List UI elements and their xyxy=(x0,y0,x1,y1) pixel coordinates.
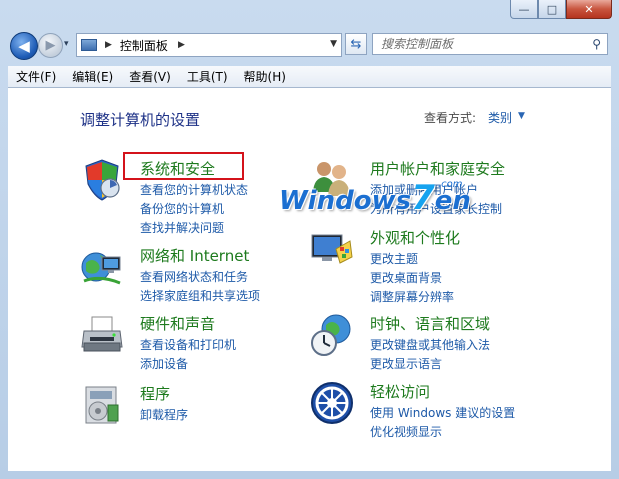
task-link[interactable]: 优化视频显示 xyxy=(370,423,442,440)
watermark-seven: 7 xyxy=(411,178,435,218)
category-title[interactable]: 轻松访问 xyxy=(370,381,430,402)
menu-edit[interactable]: 编辑(E) xyxy=(64,68,121,85)
watermark-text: Windows xyxy=(279,186,412,216)
category-title[interactable]: 时钟、语言和区域 xyxy=(370,313,490,334)
menu-file[interactable]: 文件(F) xyxy=(8,68,64,85)
programs-icon xyxy=(85,386,119,424)
task-link[interactable]: 调整屏幕分辨率 xyxy=(370,288,454,305)
page-title: 调整计算机的设置 xyxy=(80,111,201,129)
caption-buttons: — □ ✕ xyxy=(510,0,612,20)
control-panel-icon xyxy=(81,39,97,51)
shield-icon xyxy=(85,159,120,201)
search-icon[interactable]: ⚲ xyxy=(592,37,601,51)
menu-view[interactable]: 查看(V) xyxy=(121,68,179,85)
task-link[interactable]: 添加设备 xyxy=(140,355,188,372)
category-title[interactable]: 程序 xyxy=(140,383,170,404)
task-link[interactable]: 查看网络状态和任务 xyxy=(140,268,248,285)
ease-of-access-icon xyxy=(311,382,353,424)
breadcrumb-control-panel[interactable]: 控制面板 xyxy=(120,37,168,54)
watermark-domain: .com xyxy=(438,179,463,190)
watermark-suffix: en xyxy=(434,186,471,216)
clock-globe-icon xyxy=(311,314,351,356)
task-link[interactable]: 卸载程序 xyxy=(140,406,188,423)
search-box[interactable]: ⚲ xyxy=(372,33,608,55)
task-link[interactable]: 使用 Windows 建议的设置 xyxy=(370,404,515,421)
task-link[interactable]: 更改主题 xyxy=(370,250,418,267)
refresh-icon: ⇆ xyxy=(350,36,362,52)
breadcrumb-separator-icon[interactable]: ▶ xyxy=(105,40,112,50)
task-link[interactable]: 备份您的计算机 xyxy=(140,200,224,217)
category-title[interactable]: 网络和 Internet xyxy=(140,245,249,266)
window-frame: — □ ✕ ◀ ▶ ▾ ▶ 控制面板 ▶ ▼ ⇆ ⚲ 文件(F) 编辑(E) 查… xyxy=(0,0,619,479)
category-title[interactable]: 外观和个性化 xyxy=(370,227,460,248)
monitor-palette-icon xyxy=(311,234,353,264)
category-title[interactable]: 用户帐户和家庭安全 xyxy=(370,158,505,179)
forward-button[interactable]: ▶ xyxy=(38,33,63,58)
forward-arrow-icon: ▶ xyxy=(45,38,56,53)
category-title[interactable]: 硬件和声音 xyxy=(140,313,215,334)
recent-pages-dropdown[interactable]: ▾ xyxy=(64,39,69,49)
task-link[interactable]: 选择家庭组和共享选项 xyxy=(140,287,260,304)
minimize-button[interactable]: — xyxy=(510,0,538,19)
task-link[interactable]: 更改桌面背景 xyxy=(370,269,442,286)
breadcrumb-chevron-icon[interactable]: ▶ xyxy=(178,40,185,50)
search-input[interactable] xyxy=(379,36,583,52)
printer-icon xyxy=(81,316,123,352)
task-link[interactable]: 查找并解决问题 xyxy=(140,219,224,236)
task-link[interactable]: 更改显示语言 xyxy=(370,355,442,372)
menu-bar: 文件(F) 编辑(E) 查看(V) 工具(T) 帮助(H) xyxy=(8,66,611,88)
maximize-button[interactable]: □ xyxy=(538,0,566,19)
view-by-dropdown[interactable]: 类别 xyxy=(488,109,512,126)
address-bar[interactable]: ▶ 控制面板 ▶ ▼ xyxy=(76,33,342,57)
task-link[interactable]: 查看您的计算机状态 xyxy=(140,181,248,198)
control-panel-content: 调整计算机的设置 查看方式: 类别 ▼ 系统和安全 查看您的计算机状态 备份您的… xyxy=(8,88,611,471)
back-arrow-icon: ◀ xyxy=(18,37,30,55)
close-button[interactable]: ✕ xyxy=(566,0,612,19)
address-dropdown-icon[interactable]: ▼ xyxy=(330,39,337,49)
refresh-button[interactable]: ⇆ xyxy=(345,33,367,55)
task-link[interactable]: 更改键盘或其他输入法 xyxy=(370,336,490,353)
view-by-label: 查看方式: xyxy=(424,111,477,125)
navigation-bar: ◀ ▶ ▾ ▶ 控制面板 ▶ ▼ ⇆ ⚲ xyxy=(8,30,612,60)
menu-tools[interactable]: 工具(T) xyxy=(179,68,236,85)
view-by-caret-icon[interactable]: ▼ xyxy=(518,111,525,121)
task-link[interactable]: 查看设备和打印机 xyxy=(140,336,236,353)
highlight-annotation xyxy=(123,152,244,180)
menu-help[interactable]: 帮助(H) xyxy=(236,68,294,85)
back-button[interactable]: ◀ xyxy=(10,32,38,60)
network-globe-icon xyxy=(81,252,121,285)
